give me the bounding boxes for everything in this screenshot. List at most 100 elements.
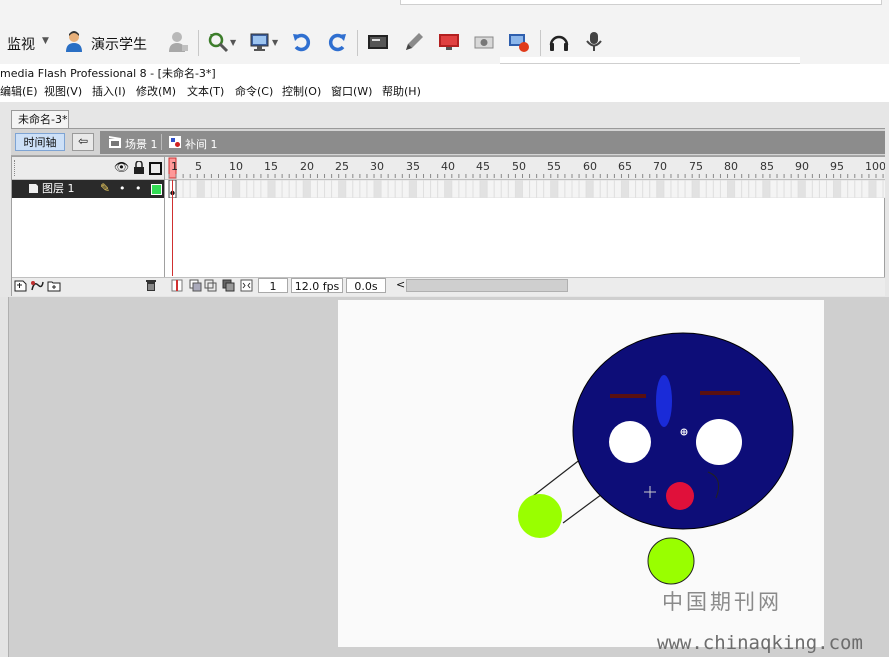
frame-cell[interactable]: [882, 180, 885, 198]
frame-cell[interactable]: [741, 180, 750, 198]
frame-cell[interactable]: [288, 180, 297, 198]
monitor-button[interactable]: 监视: [7, 34, 35, 54]
frame-cell[interactable]: [217, 180, 227, 198]
frame-cell[interactable]: [663, 180, 672, 198]
frame-cell[interactable]: [536, 180, 545, 198]
nose-shape[interactable]: [656, 375, 672, 427]
menu-view[interactable]: 视图(V): [44, 84, 82, 100]
frame-cell[interactable]: [196, 180, 205, 198]
mouth-shape[interactable]: [666, 482, 694, 510]
frame-cell[interactable]: [210, 180, 219, 198]
frame-cell[interactable]: [748, 180, 757, 198]
add-layer-icon[interactable]: [14, 279, 28, 292]
frame-cell[interactable]: [182, 180, 191, 198]
frame-cell[interactable]: [458, 180, 467, 198]
frame-cell[interactable]: [309, 180, 318, 198]
back-arrow-icon[interactable]: ⇦: [72, 133, 94, 151]
frame-cell[interactable]: [635, 180, 644, 198]
frame-cell[interactable]: [486, 180, 495, 198]
lock-dot[interactable]: •: [135, 180, 142, 198]
frame-cell[interactable]: [727, 180, 736, 198]
frame-cell[interactable]: [338, 180, 347, 198]
grey-user-icon[interactable]: [167, 31, 189, 53]
frame-cell[interactable]: [394, 180, 403, 198]
frame-cell[interactable]: [599, 180, 608, 198]
frame-cell[interactable]: [522, 180, 531, 198]
frame-cell[interactable]: [628, 180, 637, 198]
frame-cell[interactable]: [253, 180, 262, 198]
frame-cell[interactable]: [592, 180, 601, 198]
add-guide-layer-icon[interactable]: [30, 279, 44, 292]
frame-cell[interactable]: [811, 180, 820, 198]
frame-cell[interactable]: [451, 180, 460, 198]
refresh-search-icon[interactable]: [207, 31, 229, 53]
broadcast-icon[interactable]: [438, 31, 460, 53]
frame-cell[interactable]: [712, 180, 721, 198]
frame-cell[interactable]: [415, 180, 425, 198]
frame-cell[interactable]: [797, 180, 806, 198]
frame-cell[interactable]: [790, 180, 799, 198]
frame-cell[interactable]: [578, 180, 587, 198]
modify-markers-icon[interactable]: [240, 279, 253, 292]
frame-cell[interactable]: [232, 180, 241, 198]
current-frame-field[interactable]: 1: [258, 278, 288, 293]
frame-cell[interactable]: [649, 180, 658, 198]
frame-cell[interactable]: [854, 180, 863, 198]
frame-cell[interactable]: [472, 180, 481, 198]
document-tab[interactable]: 未命名-3*: [11, 110, 69, 128]
frame-cell[interactable]: [734, 180, 743, 198]
layer-name[interactable]: 图层 1: [42, 180, 75, 198]
frame-cell[interactable]: [691, 180, 700, 198]
menu-insert[interactable]: 插入(I): [92, 84, 126, 100]
frame-cell[interactable]: [479, 180, 488, 198]
frame-cell[interactable]: [267, 180, 276, 198]
frame-cell[interactable]: [826, 180, 835, 198]
frame-cell[interactable]: [755, 180, 764, 198]
frame-cell[interactable]: [493, 180, 502, 198]
frame-cell[interactable]: [465, 180, 474, 198]
frame-cell[interactable]: [804, 180, 813, 198]
onion-skin-icon[interactable]: [189, 279, 202, 292]
visibility-dot[interactable]: •: [119, 180, 126, 198]
frame-cell[interactable]: [380, 180, 389, 198]
frame-cell[interactable]: [225, 180, 234, 198]
frame-cell[interactable]: [281, 180, 290, 198]
right-eye[interactable]: [696, 419, 742, 465]
layer-row[interactable]: 图层 1 ✎ • •: [12, 180, 164, 198]
frame-cell[interactable]: [698, 180, 707, 198]
frame-cell[interactable]: [366, 180, 375, 198]
frame-cell[interactable]: [705, 180, 714, 198]
camera-icon[interactable]: [473, 31, 495, 53]
scroll-left-button[interactable]: <: [396, 278, 405, 291]
breadcrumb-scene[interactable]: 场景 1: [125, 136, 158, 152]
menu-commands[interactable]: 命令(C): [235, 84, 273, 100]
frame-cell[interactable]: [550, 180, 559, 198]
timeline-toggle-button[interactable]: 时间轴: [15, 133, 65, 151]
frame-cell[interactable]: [175, 180, 184, 198]
frame-cell[interactable]: [246, 180, 255, 198]
redo-icon[interactable]: [326, 31, 348, 53]
frame-cell[interactable]: [260, 180, 269, 198]
demo-student-button[interactable]: 演示学生: [91, 34, 147, 54]
frame-cell[interactable]: [670, 180, 679, 198]
frame-cell[interactable]: [861, 180, 870, 198]
frame-cell[interactable]: [769, 180, 778, 198]
frame-cell[interactable]: [444, 180, 453, 198]
screen-icon[interactable]: [367, 31, 389, 53]
monitor-icon[interactable]: [250, 31, 272, 53]
frame-cell[interactable]: [642, 180, 651, 198]
menu-edit[interactable]: 编辑(E): [0, 84, 38, 100]
menu-text[interactable]: 文本(T): [187, 84, 224, 100]
frame-cell[interactable]: [189, 180, 198, 198]
frame-cell[interactable]: [302, 180, 311, 198]
timeline-scrollbar[interactable]: [406, 279, 568, 292]
lock-icon[interactable]: [133, 161, 145, 175]
outline-icon[interactable]: [149, 162, 162, 175]
frame-cell[interactable]: [331, 180, 340, 198]
center-frame-icon[interactable]: [171, 279, 183, 292]
menu-help[interactable]: 帮助(H): [382, 84, 421, 100]
frame-cell[interactable]: [359, 180, 368, 198]
frame-cell[interactable]: [868, 180, 877, 198]
frame-cell[interactable]: [437, 180, 446, 198]
frame-cell[interactable]: [585, 180, 594, 198]
